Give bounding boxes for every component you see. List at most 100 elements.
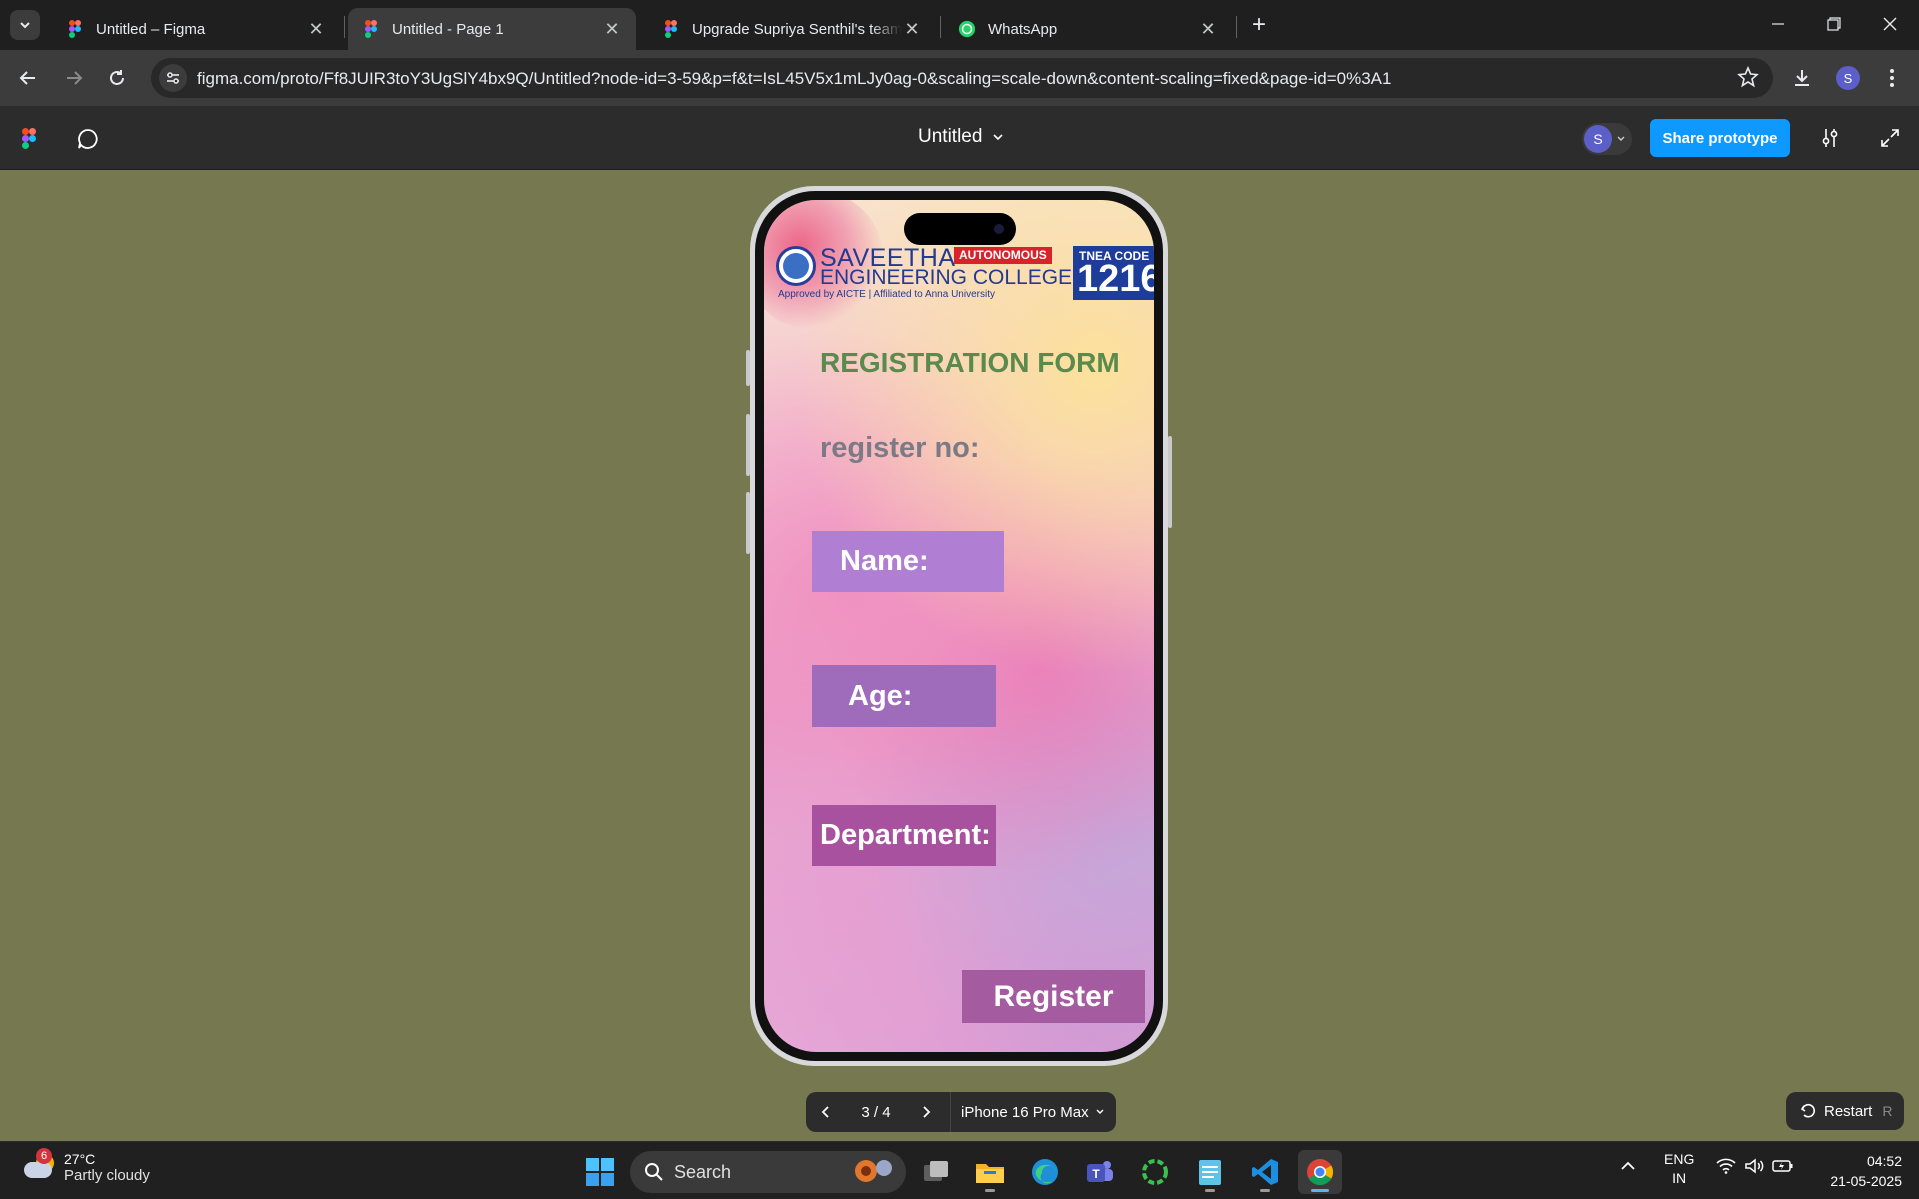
close-window-button[interactable] [1870, 8, 1910, 40]
chevron-left-icon [821, 1106, 829, 1118]
notepad-icon [1199, 1160, 1221, 1185]
folder-icon [976, 1164, 1004, 1183]
department-field[interactable]: Department: [812, 805, 996, 866]
notepad-button[interactable] [1188, 1150, 1232, 1194]
weather-desc: Partly cloudy [64, 1166, 150, 1184]
more-vertical-icon [1890, 69, 1894, 87]
back-button[interactable] [12, 62, 44, 94]
user-avatar-menu[interactable]: S [1582, 123, 1632, 155]
register-button[interactable]: Register [962, 970, 1145, 1023]
arrow-right-icon [67, 71, 83, 85]
name-field[interactable]: Name: [812, 531, 1004, 592]
close-icon[interactable]: ✕ [902, 19, 922, 39]
fullscreen-icon[interactable] [1878, 126, 1902, 150]
tab-separator [940, 16, 941, 38]
chrome-button[interactable] [1298, 1150, 1342, 1194]
tab-untitled-figma[interactable]: Untitled – Figma ✕ [52, 8, 340, 50]
minimize-button[interactable] [1758, 8, 1798, 40]
reload-button[interactable] [101, 62, 133, 94]
restore-button[interactable] [1814, 8, 1854, 40]
clock-time: 04:52 [1866, 1153, 1902, 1169]
college-logo: SAVEETHA AUTONOMOUS ENGINEERING COLLEGE … [776, 244, 1076, 302]
arrow-left-icon [19, 71, 35, 85]
task-view-icon [924, 1161, 948, 1181]
browser-tab-strip: Untitled – Figma ✕ Untitled - Page 1 ✕ U… [0, 0, 1919, 50]
next-frame-button[interactable] [906, 1092, 946, 1132]
browser-menu-button[interactable] [1876, 62, 1908, 94]
register-no-field[interactable]: register no: [820, 432, 980, 465]
chevron-right-icon [923, 1106, 931, 1118]
tab-title: WhatsApp [988, 20, 1058, 38]
address-bar[interactable]: figma.com/proto/Ff8JUIR3toY3UgSlY4bx9Q/U… [151, 58, 1773, 98]
clock[interactable]: 04:52 21-05-2025 [1812, 1151, 1902, 1191]
vscode-button[interactable] [1243, 1150, 1287, 1194]
figma-icon [66, 20, 84, 38]
language-indicator[interactable]: ENG IN [1664, 1150, 1694, 1188]
figma-prototype-header: Untitled S Share prototype [0, 106, 1919, 170]
task-view-button[interactable] [914, 1150, 958, 1194]
teams-button[interactable]: T [1078, 1150, 1122, 1194]
teams-icon: T [1087, 1161, 1113, 1182]
edge-button[interactable] [1023, 1150, 1067, 1194]
age-field[interactable]: Age: [812, 665, 996, 727]
restart-button[interactable]: Restart R [1786, 1092, 1904, 1130]
share-prototype-button[interactable]: Share prototype [1650, 119, 1790, 157]
tab-search-button[interactable] [10, 10, 40, 40]
iphone-frame: SAVEETHA AUTONOMOUS ENGINEERING COLLEGE … [750, 186, 1168, 1066]
weather-temp: 27°C [64, 1150, 96, 1167]
minimize-icon [1772, 23, 1784, 25]
close-icon[interactable]: ✕ [306, 19, 326, 39]
college-seal-icon [776, 246, 816, 286]
autonomous-badge: AUTONOMOUS [954, 247, 1052, 264]
profile-button[interactable]: S [1832, 62, 1864, 94]
restart-label: Restart [1824, 1102, 1873, 1120]
reload-icon [110, 70, 124, 85]
windows-logo-icon [586, 1158, 614, 1186]
phone-screen: SAVEETHA AUTONOMOUS ENGINEERING COLLEGE … [764, 200, 1154, 1052]
close-icon[interactable]: ✕ [1198, 19, 1218, 39]
tab-untitled-page-1[interactable]: Untitled - Page 1 ✕ [348, 8, 636, 50]
comment-icon[interactable] [76, 127, 100, 156]
tab-upgrade-team[interactable]: Upgrade Supriya Senthil's team ✕ [648, 8, 936, 50]
settings-sliders-icon[interactable] [1818, 126, 1842, 150]
app-ring-button[interactable] [1133, 1150, 1177, 1194]
chevron-down-icon [993, 134, 1003, 141]
edge-icon [1032, 1159, 1058, 1185]
tnea-code-badge: TNEA CODE 1216 [1073, 246, 1154, 300]
start-button[interactable] [578, 1150, 622, 1194]
bookmark-star-icon[interactable] [1737, 65, 1759, 93]
phone-power-button [1168, 436, 1172, 528]
new-tab-button[interactable]: + [1244, 10, 1274, 40]
circular-app-icon [1142, 1159, 1168, 1185]
chevron-up-icon [1621, 1161, 1635, 1170]
partly-cloudy-icon: 6 [22, 1148, 56, 1184]
device-selector[interactable]: iPhone 16 Pro Max [961, 1104, 1105, 1121]
battery-icon [1772, 1160, 1793, 1172]
search-icon [645, 1163, 663, 1181]
forward-button[interactable] [58, 62, 90, 94]
close-icon[interactable]: ✕ [602, 19, 622, 39]
downloads-button[interactable] [1786, 62, 1818, 94]
tab-title: Untitled - Page 1 [392, 20, 504, 38]
chrome-icon [1307, 1159, 1334, 1186]
restore-icon [1827, 17, 1841, 31]
restart-shortcut: R [1882, 1103, 1893, 1119]
system-tray-status[interactable] [1716, 1158, 1794, 1174]
previous-frame-button[interactable] [806, 1092, 846, 1132]
tab-separator [344, 16, 345, 38]
file-title-menu[interactable]: Untitled [918, 126, 1004, 148]
figma-icon [362, 20, 380, 38]
tnea-code: 1216 [1077, 258, 1154, 300]
site-info-button[interactable] [159, 64, 187, 92]
weather-widget[interactable]: 6 27°C Partly cloudy [22, 1148, 150, 1184]
tab-whatsapp[interactable]: WhatsApp ✕ [944, 8, 1232, 50]
figma-logo-icon[interactable] [22, 128, 36, 154]
show-hidden-icons[interactable] [1620, 1158, 1636, 1177]
vscode-icon [1252, 1159, 1278, 1185]
taskbar-search[interactable]: Search [630, 1151, 906, 1193]
file-explorer-button[interactable] [968, 1150, 1012, 1194]
svg-text:T: T [1092, 1167, 1100, 1181]
frame-counter: 3 / 4 [861, 1103, 891, 1121]
browser-toolbar: figma.com/proto/Ff8JUIR3toY3UgSlY4bx9Q/U… [0, 50, 1919, 106]
windows-taskbar: 6 27°C Partly cloudy Search T ENG IN 04:… [0, 1141, 1919, 1199]
